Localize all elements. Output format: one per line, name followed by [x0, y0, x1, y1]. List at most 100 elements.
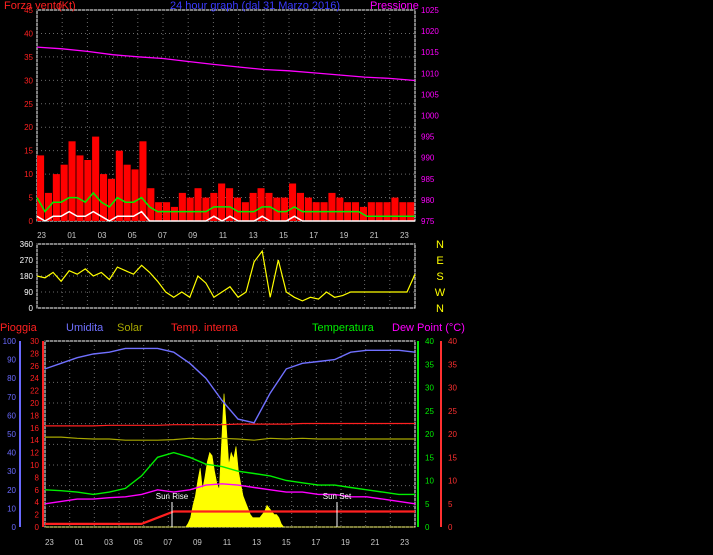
- wind-gust-bar: [68, 141, 76, 221]
- wind-pressure-x-tick-7: 13: [249, 231, 258, 240]
- rain-tick: 22: [30, 387, 39, 396]
- solar-area: [45, 393, 415, 528]
- weather-x-tick-3: 05: [134, 538, 143, 547]
- wind-direction-tick: 180: [20, 272, 34, 281]
- rain-tick: 14: [30, 436, 39, 445]
- wind-direction-panel: 090180270360NWSEN: [20, 239, 446, 315]
- humidity-tick: 50: [7, 430, 16, 439]
- wind-direction-tick: 90: [24, 288, 33, 297]
- wind-speed-tick: 35: [24, 53, 33, 62]
- chart-title: 24 hour graph (dal 31 Marzo 2016): [170, 0, 340, 12]
- temperature-tick: 30: [425, 384, 434, 393]
- pressure-tick: 1020: [421, 27, 439, 36]
- pressure-tick: 1010: [421, 69, 439, 78]
- legend-solar: Solar: [117, 322, 143, 334]
- dewpoint-tick: 20: [448, 430, 457, 439]
- wind-gust-bar: [399, 202, 407, 221]
- legend-dew-point-c-: Dew Point (°C): [392, 322, 465, 334]
- compass-label-n: N: [436, 303, 444, 315]
- wind-pressure-x-tick-11: 21: [370, 231, 379, 240]
- temperature-tick: 15: [425, 453, 434, 462]
- wind-pressure-x-tick-12: 23: [400, 231, 409, 240]
- wind-gust-bar: [328, 192, 336, 221]
- legend-umidita: Umidita: [66, 322, 104, 334]
- wind-pressure-panel: 0510152025303540459759809859909951000100…: [4, 0, 439, 240]
- rain-tick: 12: [30, 449, 39, 458]
- wind-gust-bar: [84, 160, 92, 221]
- wind-pressure-x-tick-5: 09: [188, 231, 197, 240]
- wind-gust-bar: [391, 197, 399, 221]
- rain-tick: 0: [35, 523, 40, 532]
- wind-gust-bar: [92, 136, 100, 221]
- wind-pressure-x-tick-1: 01: [67, 231, 76, 240]
- dewpoint-tick: 40: [448, 337, 457, 346]
- rain-tick: 2: [35, 511, 40, 520]
- compass-label-s: S: [436, 271, 443, 283]
- dewpoint-tick: 15: [448, 453, 457, 462]
- dewpoint-tick: 0: [448, 523, 453, 532]
- pressure-axis-label: Pressione: [370, 0, 419, 12]
- weather-x-tick-10: 19: [341, 538, 350, 547]
- weather-x-tick-4: 07: [163, 538, 172, 547]
- wind-gust-bar: [296, 192, 304, 221]
- dewpoint-tick: 30: [448, 384, 457, 393]
- rain-tick: 26: [30, 362, 39, 371]
- wind-gust-bar: [407, 202, 415, 221]
- wind-direction-tick: 270: [20, 256, 34, 265]
- compass-label-n: N: [436, 239, 444, 251]
- sunrise-annotation: Sun Rise: [156, 492, 189, 501]
- weather-x-tick-12: 23: [400, 538, 409, 547]
- temperature-tick: 0: [425, 523, 430, 532]
- wind-speed-tick: 0: [29, 217, 34, 226]
- wind-gust-bar: [281, 197, 289, 221]
- wind-gust-bar: [107, 178, 115, 221]
- wind-gust-bar: [367, 202, 375, 221]
- rain-tick: 24: [30, 374, 39, 383]
- wind-gust-bar: [289, 183, 297, 221]
- wind-speed-axis-unit: (Kt): [58, 0, 76, 12]
- wind-gust-bar: [100, 174, 108, 221]
- wind-speed-axis-label: Forza vento: [4, 0, 62, 12]
- weather-x-tick-1: 01: [75, 538, 84, 547]
- weather-x-tick-5: 09: [193, 538, 202, 547]
- wind-gust-bar: [37, 155, 45, 221]
- rain-tick: 6: [35, 486, 40, 495]
- wind-pressure-x-tick-9: 17: [309, 231, 318, 240]
- wind-speed-tick: 15: [24, 147, 33, 156]
- pressure-tick: 1000: [421, 112, 439, 121]
- humidity-tick: 100: [3, 337, 17, 346]
- temperature-tick: 35: [425, 360, 434, 369]
- temp-interna-line: [45, 422, 415, 427]
- pressure-tick: 1025: [421, 6, 439, 15]
- wind-pressure-x-tick-3: 05: [128, 231, 137, 240]
- wind-speed-tick: 5: [29, 194, 34, 203]
- dewpoint-tick: 5: [448, 500, 453, 509]
- dewpoint-tick: 10: [448, 477, 457, 486]
- legend-temperatura: Temperatura: [312, 322, 375, 334]
- rain-tick: 16: [30, 424, 39, 433]
- humidity-tick: 40: [7, 449, 16, 458]
- wind-gust-bar: [139, 141, 147, 221]
- humidity-tick: 30: [7, 467, 16, 476]
- wind-pressure-x-tick-2: 03: [98, 231, 107, 240]
- pressure-tick: 980: [421, 196, 435, 205]
- weather-dashboard: 0510152025303540459759809859909951000100…: [0, 0, 465, 547]
- rain-humidity-temperature-panel: 0102030405060708090100024681012141618202…: [0, 322, 465, 547]
- wind-gust-bar: [115, 150, 123, 221]
- temperature-tick: 5: [425, 500, 430, 509]
- pressure-tick: 985: [421, 175, 435, 184]
- pressure-line: [36, 46, 416, 82]
- rain-tick: 30: [30, 337, 39, 346]
- legend-pioggia: Pioggia: [0, 322, 38, 334]
- wind-gust-bar: [178, 192, 186, 221]
- wind-speed-tick: 10: [24, 170, 33, 179]
- pressure-tick: 995: [421, 133, 435, 142]
- wind-gust-bar: [123, 164, 131, 221]
- wind-speed-tick: 40: [24, 29, 33, 38]
- weather-x-tick-8: 15: [282, 538, 291, 547]
- rain-tick: 8: [35, 473, 40, 482]
- compass-label-e: E: [436, 255, 443, 267]
- wind-gust-bar: [249, 192, 257, 221]
- wind-direction-tick: 360: [20, 240, 34, 249]
- compass-label-w: W: [435, 287, 446, 299]
